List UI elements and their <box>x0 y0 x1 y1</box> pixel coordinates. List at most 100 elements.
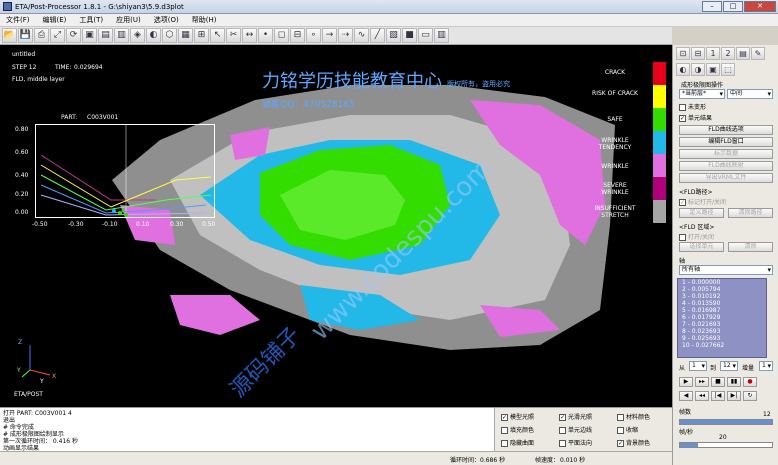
grid-icon[interactable]: ▦ <box>178 28 193 43</box>
define-path-button[interactable]: 定义路径 <box>679 208 724 218</box>
list-item[interactable]: 3 - 0.010192 <box>678 293 766 300</box>
record-button[interactable]: ● <box>743 377 757 387</box>
checkbox-box[interactable]: ✓ <box>679 199 686 206</box>
menu-tools[interactable]: 工具(T) <box>79 15 103 25</box>
cut-icon[interactable]: ✂ <box>226 28 241 43</box>
shade-icon[interactable]: ◐ <box>146 28 161 43</box>
list-item[interactable]: 9 - 0.025693 <box>678 335 766 342</box>
checkbox-box[interactable]: ✓ <box>501 414 508 421</box>
menu-edit[interactable]: 编辑(E) <box>43 15 67 25</box>
frame-to-input[interactable]: 12 <box>720 361 738 371</box>
play-button[interactable]: ▶ <box>679 377 693 387</box>
step-forward-button[interactable]: ▸▸ <box>695 377 709 387</box>
pause-button[interactable]: ▮▮ <box>727 377 741 387</box>
save-icon[interactable]: 💾 <box>18 28 33 43</box>
print-icon[interactable]: ⎙ <box>34 28 49 43</box>
curve-icon[interactable]: ∿ <box>354 28 369 43</box>
checkbox-box[interactable] <box>559 440 566 447</box>
show-data-button[interactable]: 标示数据 <box>679 149 773 159</box>
element-icon[interactable]: ◻ <box>274 28 289 43</box>
remove-button[interactable]: 清除 <box>728 242 773 252</box>
menu-file[interactable]: 文件(F) <box>6 15 30 25</box>
vector-icon[interactable]: → <box>322 28 337 43</box>
rotate-icon[interactable]: ⟳ <box>66 28 81 43</box>
select-part-icon[interactable]: ⊡ <box>676 47 690 60</box>
select-icon[interactable]: ↖ <box>210 28 225 43</box>
frame-from-input[interactable]: 1 <box>689 361 707 371</box>
unwarped-checkbox[interactable]: 未变形 <box>679 102 706 111</box>
fringe-icon[interactable]: ▤ <box>736 47 750 60</box>
checkbox-box[interactable] <box>679 104 686 111</box>
element-icon[interactable]: ▣ <box>706 62 720 76</box>
page-1-icon[interactable]: 1 <box>706 47 720 60</box>
clear-path-button[interactable]: 清除路径 <box>728 208 773 218</box>
option-checkbox[interactable]: 隐藏曲面 <box>501 438 534 447</box>
mark-toggle[interactable]: ✓ 标记打开/关闭 <box>679 197 726 206</box>
list-item[interactable]: 2 - 0.005794 <box>678 286 766 293</box>
view-front-icon[interactable]: ▣ <box>82 28 97 43</box>
edit-icon[interactable]: ✎ <box>751 47 765 60</box>
graphics-viewport[interactable]: untitled STEP 12 TIME: 0.029694 FLD, mid… <box>0 45 672 407</box>
view-top-icon[interactable]: ▤ <box>98 28 113 43</box>
element-result-checkbox[interactable]: ✓ 单元结果 <box>679 113 712 122</box>
checkbox-box[interactable] <box>679 234 686 241</box>
zoom-fit-icon[interactable]: ⤢ <box>50 28 65 43</box>
iso-view-icon[interactable]: ◈ <box>130 28 145 43</box>
list-item[interactable]: 4 - 0.013590 <box>678 300 766 307</box>
section-icon[interactable]: ⊟ <box>290 28 305 43</box>
reverse-button[interactable]: ◀ <box>679 391 693 401</box>
chart-icon[interactable]: ▥ <box>434 28 449 43</box>
option-checkbox[interactable]: ✓ 模型光照 <box>501 412 534 421</box>
option-checkbox[interactable]: 单元边线 <box>559 425 592 434</box>
node2-icon[interactable]: ∘ <box>306 28 321 43</box>
checkbox-box[interactable]: ✓ <box>679 115 686 122</box>
checkbox-box[interactable] <box>617 427 624 434</box>
export-vrml-button[interactable]: 导出VRML文件 <box>679 173 773 183</box>
select-element-button[interactable]: 选择单元 <box>679 242 724 252</box>
node-icon[interactable]: • <box>258 28 273 43</box>
checkbox-box[interactable] <box>501 440 508 447</box>
layer-select[interactable]: 中间 <box>727 89 773 99</box>
first-frame-button[interactable]: |◀ <box>711 391 725 401</box>
frame-list[interactable]: 1 - 0.000000 2 - 0.005794 3 - 0.010192 4 - … <box>677 278 767 358</box>
arrow-icon[interactable]: ⇢ <box>338 28 353 43</box>
menu-options[interactable]: 选项(O) <box>154 15 179 25</box>
fps-slider[interactable] <box>679 442 773 448</box>
list-item[interactable]: 10 - 0.027662 <box>678 342 766 349</box>
frames-slider[interactable] <box>679 419 773 425</box>
option-checkbox[interactable]: 收缩 <box>617 425 638 434</box>
line-icon[interactable]: ╱ <box>370 28 385 43</box>
checkbox-box[interactable]: ✓ <box>559 414 566 421</box>
edit-fld-button[interactable]: 编辑FLD窗口 <box>679 137 773 147</box>
page-2-icon[interactable]: 2 <box>721 47 735 60</box>
shade-icon[interactable]: ◑ <box>691 62 705 76</box>
frame-step-input[interactable]: 1 <box>759 361 773 371</box>
current-layer-select[interactable]: *当前层* <box>679 89 725 99</box>
list-item[interactable]: 1 - 0.000000 <box>678 279 766 286</box>
axis-select[interactable]: 所有轴 <box>679 265 773 275</box>
minimize-button[interactable]: – <box>702 1 722 12</box>
checkbox-box[interactable] <box>501 427 508 434</box>
list-item[interactable]: 6 - 0.017929 <box>678 314 766 321</box>
close-button[interactable]: ✕ <box>744 1 776 12</box>
wireframe-icon[interactable]: ⬡ <box>162 28 177 43</box>
stop-button[interactable]: ■ <box>711 377 725 387</box>
fld-options-button[interactable]: FLD曲线选项 <box>679 125 773 135</box>
contour-icon[interactable]: ◐ <box>676 62 690 76</box>
view-side-icon[interactable]: ▥ <box>114 28 129 43</box>
maximize-button[interactable]: □ <box>723 1 743 12</box>
checkbox-box[interactable]: ✓ <box>617 440 624 447</box>
option-checkbox[interactable]: ✓ 光滑光照 <box>559 412 592 421</box>
list-item[interactable]: 7 - 0.021693 <box>678 321 766 328</box>
open-icon[interactable]: 📂 <box>2 28 17 43</box>
menu-apply[interactable]: 应用(U) <box>116 15 141 25</box>
checkbox-box[interactable] <box>559 427 566 434</box>
mesh-icon[interactable]: ⊞ <box>194 28 209 43</box>
unselect-part-icon[interactable]: ⊟ <box>691 47 705 60</box>
option-checkbox[interactable]: ✓ 背景颜色 <box>617 438 650 447</box>
fringe-icon[interactable]: ▧ <box>386 28 401 43</box>
node-icon[interactable]: ⬚ <box>721 62 735 76</box>
option-checkbox[interactable]: 填充颜色 <box>501 425 534 434</box>
measure-icon[interactable]: ↔ <box>242 28 257 43</box>
plot-icon[interactable]: ▭ <box>418 28 433 43</box>
